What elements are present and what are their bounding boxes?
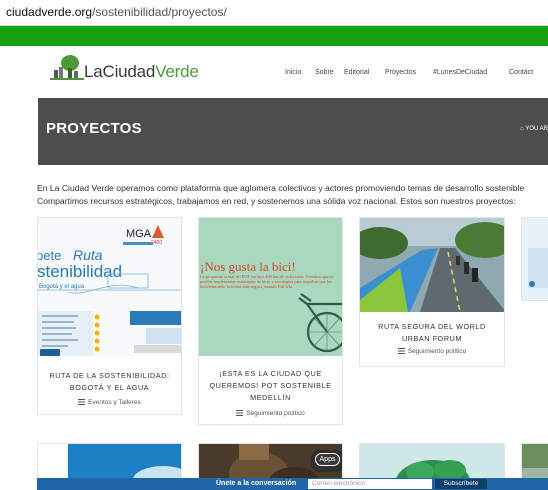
card-thumbnail[interactable] — [360, 218, 504, 312]
subscribe-button[interactable]: Subscríbete — [435, 479, 487, 489]
project-card-ruta-sostenibilidad[interactable]: MGA 2400 pete Ruta stenibilidad Bogotá y… — [37, 217, 182, 415]
card-category-label: Seguimiento político — [407, 348, 467, 355]
card-thumbnail[interactable]: ¡Nos gusta la bici! La propuesta actual … — [199, 218, 342, 356]
card-title-line-1: RUTA DE LA SOSTENIBILIDAD: — [49, 371, 170, 380]
project-card-pot-medellin[interactable]: ¡Nos gusta la bici! La propuesta actual … — [198, 217, 343, 425]
mga-logo-text: MGA — [126, 228, 152, 240]
breadcrumb-text: YOU AR — [525, 126, 548, 132]
card-title[interactable]: RUTA DE LA SOSTENIBILIDAD: BOGOTÁ Y EL A… — [38, 370, 181, 394]
card-category-label: Eventos y Talleres — [88, 399, 141, 406]
intro-line-1: En La Ciudad Verde operamos como platafo… — [37, 183, 525, 193]
city-tree-logo-icon — [50, 55, 84, 80]
card-category-label: Seguimiento político — [246, 410, 305, 417]
list-icon — [236, 410, 244, 416]
poster-heading-a: pete — [38, 248, 61, 263]
poster-heading-c: stenibilidad — [38, 262, 122, 281]
poster-headline: ¡Nos gusta la bici! — [200, 259, 296, 274]
intro-line-2: Compartimos recursos estratégicos, traba… — [37, 196, 516, 206]
card-title-line-2: BOGOTÁ Y EL AGUA — [69, 383, 150, 392]
url-path: /sostenibilidad/proyectos/ — [92, 5, 227, 19]
project-card-partial[interactable] — [521, 217, 548, 301]
url-host: ciudadverde.org — [6, 5, 93, 19]
nav-item-inicio[interactable]: Inicio — [285, 69, 301, 76]
newsletter-bar: Únete a la conversación Correo electróni… — [37, 478, 548, 490]
breadcrumb: ⌂ YOU AR — [520, 126, 548, 132]
card-title-line-3: MEDELLÍN — [250, 393, 291, 402]
card-thumbnail[interactable] — [522, 218, 548, 300]
site-header: LaCiudadVerde Inicio Sobre Editorial Pro… — [0, 46, 548, 98]
card-title-line-1: RUTA SEGURA DEL WORLD — [378, 322, 486, 331]
page-title: PROYECTOS — [46, 120, 142, 137]
site-name-prefix: LaCiudad — [84, 62, 156, 81]
card-title-line-2: QUEREMOS! POT SOSTENIBLE — [209, 381, 332, 390]
nav-item-lunesdeciudad[interactable]: #LunesDeCiudad — [433, 69, 487, 76]
card-category[interactable]: Seguimiento político — [360, 348, 504, 355]
bicycle-poster-image: ¡Nos gusta la bici! La propuesta actual … — [199, 218, 342, 356]
card-title[interactable]: ¡ESTA ES LA CIUDAD QUE QUEREMOS! POT SOS… — [199, 368, 342, 404]
newsletter-label: Únete a la conversación — [216, 480, 297, 487]
card-title[interactable]: RUTA SEGURA DEL WORLD URBAN FORUM — [360, 321, 504, 345]
partial-card-image — [522, 218, 548, 300]
nav-item-editorial[interactable]: Editorial — [344, 69, 369, 76]
apps-badge[interactable]: Apps — [315, 453, 340, 466]
card-category[interactable]: Eventos y Talleres — [38, 399, 181, 406]
nav-item-sobre[interactable]: Sobre — [315, 69, 334, 76]
page-title-band: PROYECTOS ⌂ YOU AR — [38, 98, 548, 165]
street-photo-image — [360, 218, 504, 312]
email-input[interactable]: Correo electrónico — [308, 479, 432, 489]
url-text[interactable]: ciudadverde.org/sostenibilidad/proyectos… — [6, 5, 227, 19]
card-thumbnail[interactable]: MGA 2400 pete Ruta stenibilidad Bogotá y… — [38, 218, 181, 356]
card-title-line-2: URBAN FORUM — [401, 334, 463, 343]
ruta-poster-image: MGA 2400 pete Ruta stenibilidad Bogotá y… — [38, 218, 181, 356]
nav-item-contacto[interactable]: Contáct — [509, 69, 533, 76]
site-logo[interactable]: LaCiudadVerde — [50, 54, 200, 82]
poster-heading-d: Bogotá y el agua — [39, 284, 85, 290]
poster-body-text: La propuesta actual del POT incluye 400 … — [200, 274, 334, 289]
card-category[interactable]: Seguimiento político — [199, 410, 342, 417]
top-brand-strip — [0, 26, 548, 46]
poster-heading-b: Ruta — [73, 247, 103, 263]
site-name: LaCiudadVerde — [84, 62, 199, 82]
nav-item-proyectos[interactable]: Proyectos — [385, 69, 416, 76]
site-name-suffix: Verde — [155, 62, 199, 81]
browser-address-bar[interactable]: ciudadverde.org/sostenibilidad/proyectos… — [0, 0, 548, 26]
intro-paragraph: En La Ciudad Verde operamos como platafo… — [37, 182, 548, 208]
card-title-line-1: ¡ESTA ES LA CIUDAD QUE — [219, 369, 322, 378]
home-icon[interactable]: ⌂ — [520, 126, 524, 132]
list-icon — [78, 399, 86, 405]
list-icon — [397, 348, 405, 354]
project-card-world-urban-forum[interactable]: RUTA SEGURA DEL WORLD URBAN FORUM Seguim… — [359, 217, 505, 367]
